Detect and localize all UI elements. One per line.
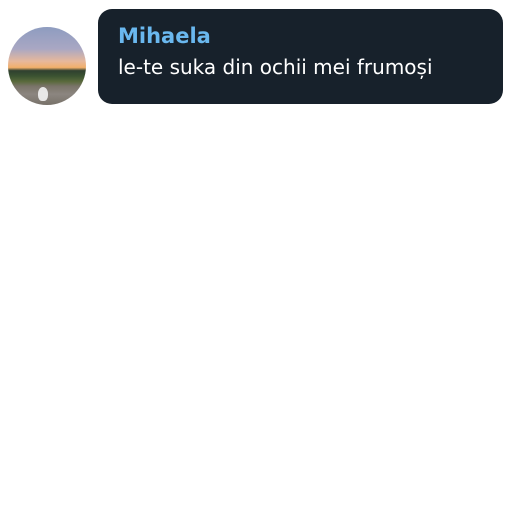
message-text: le-te suka din ochii mei frumoși bbox=[118, 55, 433, 79]
message-row: Mihaela le-te suka din ochii mei frumoși bbox=[8, 9, 503, 105]
avatar[interactable] bbox=[8, 27, 86, 105]
avatar-photo-figure bbox=[38, 87, 48, 101]
message-bubble[interactable]: Mihaela le-te suka din ochii mei frumoși bbox=[98, 9, 503, 104]
sender-name[interactable]: Mihaela bbox=[118, 23, 483, 50]
